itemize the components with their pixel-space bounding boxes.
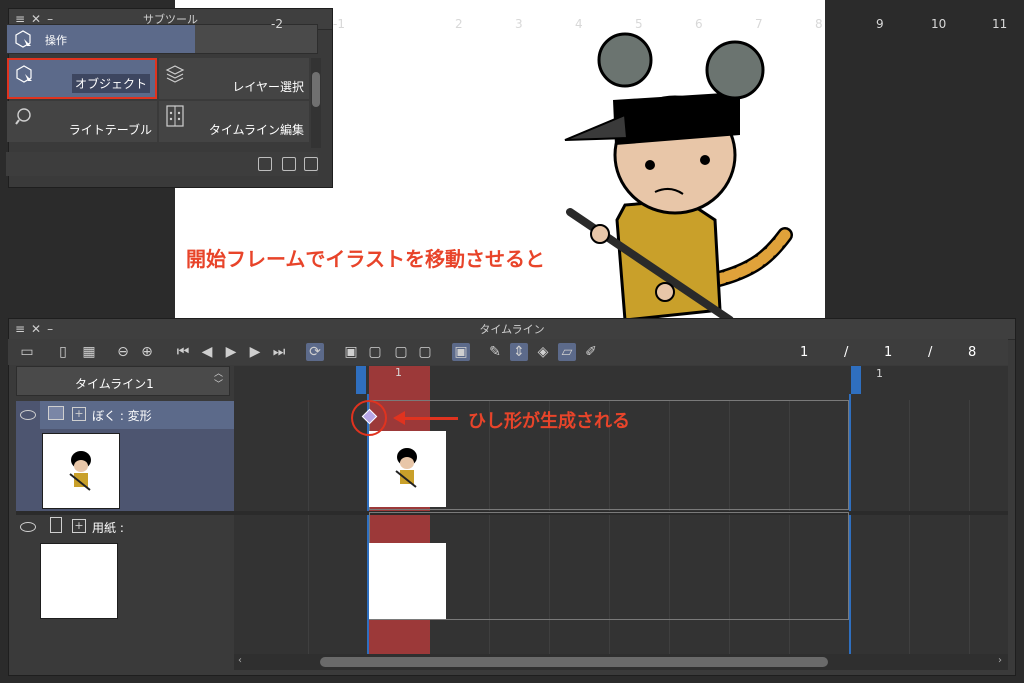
subtool-group-label: 操作: [45, 34, 67, 47]
tool-layer-select[interactable]: レイヤー選択: [159, 58, 309, 99]
end-frame-marker[interactable]: [851, 366, 861, 394]
last-frame-icon[interactable]: ⏭: [270, 343, 288, 361]
first-frame-icon[interactable]: ⏮: [174, 343, 192, 361]
subtool-footer: [6, 152, 318, 176]
ruler-label: 10: [931, 17, 947, 31]
zoom-out-icon[interactable]: ⊖: [114, 343, 132, 361]
ruler-label: 9: [876, 17, 884, 31]
canvas-annotation: 開始フレームでイラストを移動させると: [186, 247, 545, 271]
subtool-group-tab-operation[interactable]: 操作: [7, 25, 195, 53]
ruler-label: 2: [455, 17, 463, 31]
tool-light-table[interactable]: ライトテーブル: [7, 101, 157, 142]
operation-cube-icon: [15, 30, 31, 48]
ruler-label: 8: [815, 17, 823, 31]
ruler-label-extra: 1: [876, 367, 883, 380]
import-icon[interactable]: [258, 157, 272, 171]
next-frame-icon[interactable]: ▶: [246, 343, 264, 361]
specify-cel-icon[interactable]: ▢: [366, 343, 384, 361]
cel-icon[interactable]: ▢: [416, 343, 434, 361]
ruler-label: 3: [515, 17, 523, 31]
scroll-thumb[interactable]: [320, 657, 828, 667]
keyframe-annotation: ひし形が生成される: [468, 411, 630, 432]
eye-icon[interactable]: [20, 410, 36, 420]
duplicate-icon[interactable]: [282, 157, 296, 171]
ruler-label: -1: [333, 17, 345, 31]
eye-icon[interactable]: [20, 522, 36, 532]
zoom-in-icon[interactable]: ⊕: [138, 343, 156, 361]
timeline-name: タイムライン1: [75, 377, 154, 391]
expand-icon[interactable]: +: [72, 407, 86, 421]
start-frame: 1: [884, 345, 893, 360]
new-cel-icon[interactable]: ▣: [342, 343, 360, 361]
paper-layer-icon: [50, 517, 62, 533]
timeline-toolbar: ▭ ▯ ▦ ⊖ ⊕ ⏮ ◀ ▶ ▶ ⏭ ⟳ ▣ ▢ ▢ ▢ ▣ ✎ ⇕ ◈ ▱ …: [8, 339, 1008, 365]
play-icon[interactable]: ▶: [222, 343, 240, 361]
ruler-label: 11: [992, 17, 1008, 31]
paper-thumbnail: [40, 543, 118, 619]
scroll-right-icon[interactable]: ›: [998, 655, 1002, 666]
layer-thumbnail: [42, 433, 120, 509]
chevron-updown-icon: ︿ ﹀: [213, 369, 223, 390]
ruler-label: 6: [695, 17, 703, 31]
scroll-left-icon[interactable]: ‹: [238, 655, 242, 666]
paper-cel[interactable]: [369, 543, 446, 619]
end-frame-line: [849, 394, 851, 654]
layer-name: ぼく : 変形: [92, 409, 152, 423]
character-illustration: [564, 32, 793, 320]
ruler-label: 4: [575, 17, 583, 31]
object-cube-icon: [16, 65, 32, 83]
cel-thumbnail[interactable]: [369, 431, 446, 507]
ruler-label: 1: [396, 17, 404, 31]
light-bulb-icon: [15, 108, 31, 125]
tool-object[interactable]: オブジェクト: [7, 58, 157, 99]
ruler-label: -2: [271, 17, 283, 31]
keyframe-mode-icon[interactable]: ▱: [558, 343, 576, 361]
keyframe-stepper-icon[interactable]: ⇕: [510, 343, 528, 361]
layer-select-icon: [165, 65, 185, 83]
tool-timeline-edit[interactable]: タイムライン編集: [159, 101, 309, 142]
timeline-panel-title: タイムライン: [479, 323, 545, 336]
keyframe-enable-icon[interactable]: ✎: [486, 343, 504, 361]
keyframe-add-icon[interactable]: ◈: [534, 343, 552, 361]
frame-separator-2: /: [928, 345, 933, 360]
onion-skin-icon[interactable]: ▣: [452, 343, 470, 361]
pen-icon[interactable]: ✐: [582, 343, 600, 361]
tool-object-label: オブジェクト: [71, 74, 150, 93]
prev-frame-icon[interactable]: ◀: [198, 343, 216, 361]
trash-icon[interactable]: [304, 157, 318, 171]
start-frame-marker[interactable]: [356, 366, 366, 394]
character-thumbnail: [69, 451, 91, 491]
image-layer-icon: [48, 406, 64, 420]
frame-separator-1: /: [844, 345, 849, 360]
subtool-scrollbar[interactable]: [311, 58, 321, 148]
current-frame: 1: [800, 345, 809, 360]
timeline-select-dropdown[interactable]: タイムライン1 ︿ ﹀: [16, 366, 230, 396]
loop-icon[interactable]: ⟳: [306, 343, 324, 361]
frame-ruler[interactable]: [234, 366, 1008, 400]
tool-layer-select-label: レイヤー選択: [232, 80, 304, 94]
add-frame-icon[interactable]: ▦: [80, 343, 98, 361]
expand-icon[interactable]: +: [72, 519, 86, 533]
timeline-edit-icon[interactable]: ▯: [54, 343, 72, 361]
ruler-label: 5: [635, 17, 643, 31]
timeline-hscrollbar[interactable]: ‹ ›: [234, 654, 1008, 670]
timeline-edit-icon: [166, 105, 184, 127]
annotation-arrow: [396, 417, 458, 420]
graph-icon[interactable]: ▭: [18, 343, 36, 361]
end-frame: 8: [968, 345, 977, 360]
layer-name: 用紙 :: [92, 521, 124, 535]
delete-cel-icon[interactable]: ▢: [392, 343, 410, 361]
tool-light-table-label: ライトテーブル: [68, 123, 152, 137]
character-cel-image: [395, 448, 417, 488]
ruler-label: 7: [755, 17, 763, 31]
tool-timeline-edit-label: タイムライン編集: [208, 123, 304, 137]
playhead-frame-label: 1: [395, 366, 402, 379]
timeline-window-controls[interactable]: ≡✕–: [15, 319, 59, 340]
